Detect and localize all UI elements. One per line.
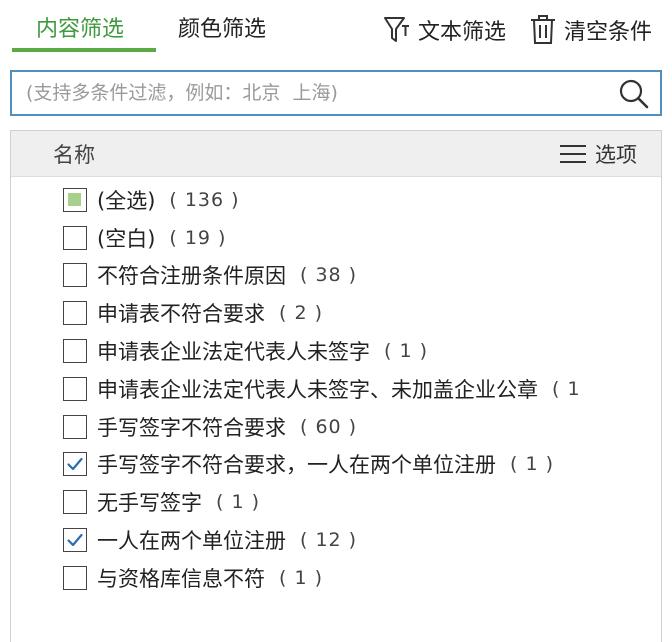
list-item-label: 与资格库信息不符 (97, 566, 265, 591)
list-item-count: ( 136 ) (169, 188, 240, 211)
tab-color-filter[interactable]: 颜色筛选 (178, 12, 266, 48)
list-item[interactable]: 申请表不符合要求 ( 2 ) (11, 294, 661, 332)
list-item-label: 手写签字不符合要求 (97, 415, 286, 440)
search-input[interactable] (26, 72, 606, 114)
options-button[interactable]: 选项 (559, 139, 637, 169)
checkbox-checked[interactable] (63, 528, 87, 553)
list-item[interactable]: 一人在两个单位注册 ( 12 ) (11, 521, 661, 559)
value-list-panel: 名称 选项 (全选) ( 136 ) (空白) ( 19 ) 不符合注册条件原因 ( 38… (10, 130, 662, 642)
list-item[interactable]: 与资格库信息不符 ( 1 ) (11, 559, 661, 597)
search-box (10, 70, 662, 116)
list-item-label: 无手写签字 (97, 491, 202, 516)
search-icon[interactable] (618, 78, 650, 110)
tab-content-filter[interactable]: 内容筛选 (36, 12, 124, 48)
list-item-count: ( 1 ) (510, 453, 554, 476)
checkbox-partial[interactable] (63, 187, 87, 212)
checkbox[interactable] (63, 565, 87, 590)
active-tab-indicator (12, 48, 156, 52)
menu-icon (560, 145, 586, 163)
list-item-label: 一人在两个单位注册 (97, 529, 286, 554)
checkmark-icon (67, 533, 83, 547)
checkbox[interactable] (63, 339, 87, 364)
list-item-label: 申请表不符合要求 (97, 302, 265, 327)
list-item-label: 手写签字不符合要求，一人在两个单位注册 (97, 453, 496, 478)
list-item-count: ( 1 ) (384, 340, 428, 363)
list-item-label: 不符合注册条件原因 (97, 264, 286, 289)
list-item[interactable]: 无手写签字 ( 1 ) (11, 483, 661, 521)
list-item-label: 申请表企业法定代表人未签字 (97, 340, 370, 365)
list-item[interactable]: 申请表企业法定代表人未签字 ( 1 ) (11, 332, 661, 370)
list-item-label: (空白) (97, 226, 156, 251)
options-label: 选项 (595, 143, 637, 167)
checkbox[interactable] (63, 414, 87, 439)
checkbox-checked[interactable] (63, 452, 87, 477)
list-item-label: 申请表企业法定代表人未签字、未加盖企业公章 (97, 377, 538, 402)
list-item-count: ( 12 ) (300, 529, 358, 552)
checkbox[interactable] (63, 263, 87, 288)
list-item-count: ( 38 ) (300, 264, 358, 287)
list-item[interactable]: 申请表企业法定代表人未签字、未加盖企业公章 ( 1 (11, 370, 661, 408)
list-item-count: ( 1 ) (216, 491, 260, 514)
list-item-label: (全选) (97, 188, 156, 213)
list-item-count: ( 1 ) (279, 566, 323, 589)
list-item[interactable]: (空白) ( 19 ) (11, 219, 661, 257)
column-name-header: 名称 (53, 143, 95, 167)
checkbox[interactable] (63, 376, 87, 401)
funnel-icon (380, 13, 414, 47)
list-item-count: ( 19 ) (169, 226, 227, 249)
list-item-count: ( 60 ) (300, 415, 358, 438)
checkbox[interactable] (63, 301, 87, 326)
clear-conditions-label: 清空条件 (564, 20, 653, 45)
checkbox[interactable] (63, 490, 87, 515)
checkmark-icon (67, 458, 83, 471)
text-filter-label: 文本筛选 (418, 20, 507, 45)
value-list: (全选) ( 136 ) (空白) ( 19 ) 不符合注册条件原因 ( 38 ) 申请表不… (11, 181, 661, 597)
filter-tab-bar: 内容筛选 颜色筛选 文本筛选 清空条件 (0, 0, 672, 60)
trash-icon (526, 13, 560, 47)
list-item[interactable]: 手写签字不符合要求 ( 60 ) (11, 408, 661, 446)
clear-conditions-button[interactable]: 清空条件 (526, 10, 652, 50)
text-filter-button[interactable]: 文本筛选 (380, 10, 506, 50)
list-item[interactable]: (全选) ( 136 ) (11, 181, 661, 219)
list-item-count: ( 2 ) (279, 302, 323, 325)
list-item-count: ( 1 (552, 377, 581, 400)
filter-panel: 内容筛选 颜色筛选 文本筛选 清空条件 (支持多条件过滤，例如：北京 上海) 名… (0, 0, 672, 642)
checkbox[interactable] (63, 225, 87, 250)
list-item[interactable]: 不符合注册条件原因 ( 38 ) (11, 257, 661, 295)
list-header: 名称 选项 (11, 131, 661, 177)
list-item[interactable]: 手写签字不符合要求，一人在两个单位注册 ( 1 ) (11, 446, 661, 484)
